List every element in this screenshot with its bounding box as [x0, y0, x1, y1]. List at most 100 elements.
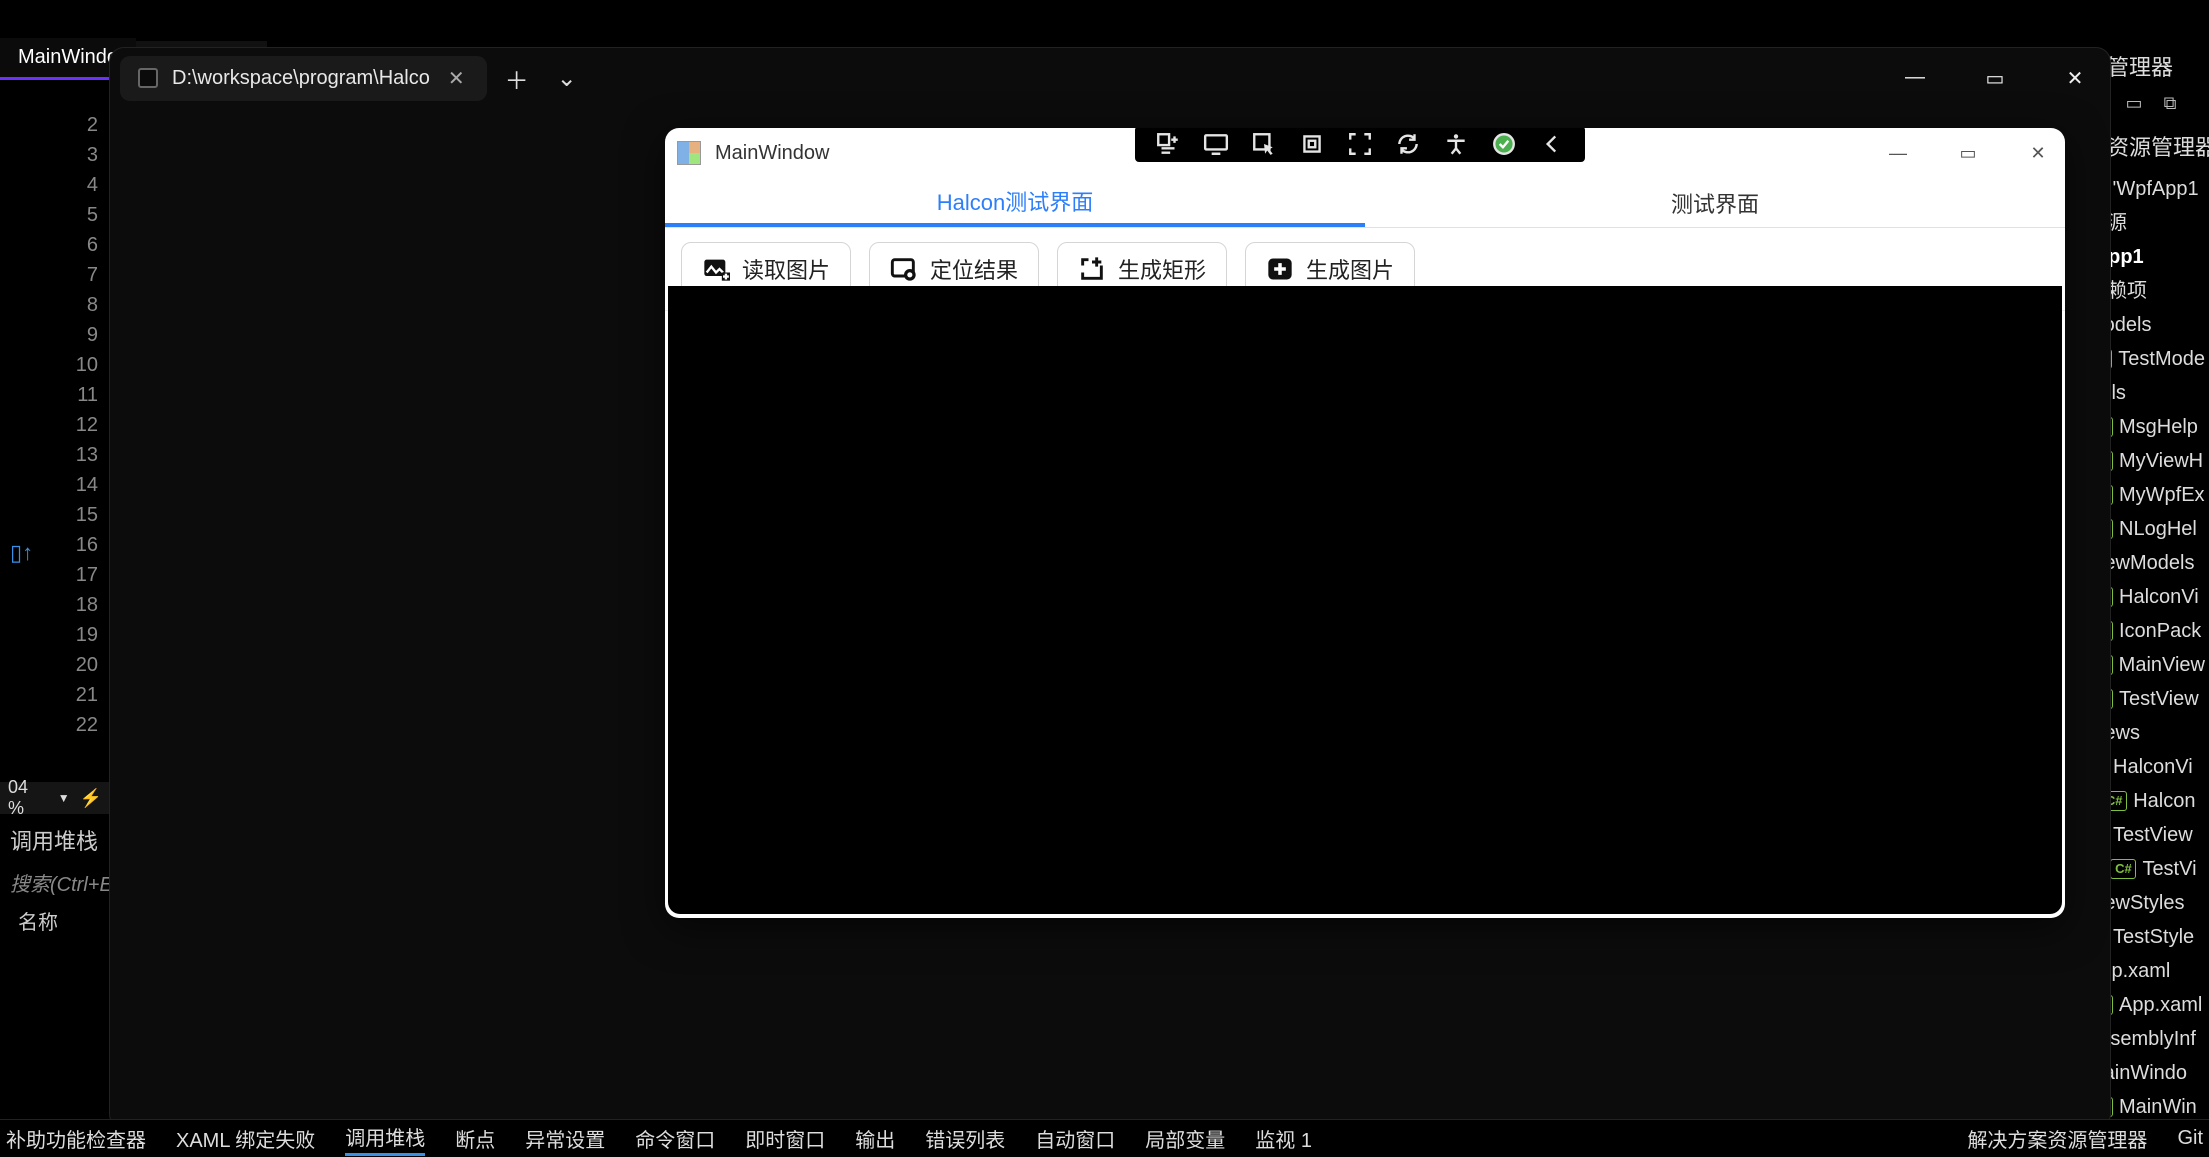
line-number: 10: [0, 350, 98, 380]
vs-doc-tab-label: MainWindo: [18, 46, 118, 69]
line-number: 2: [0, 110, 98, 140]
minimize-button[interactable]: —: [1883, 143, 1913, 164]
button-label: 生成图片: [1306, 253, 1394, 285]
editor-line-gutter: ▯↑ 2345678910111213141516171819202122: [0, 110, 110, 1157]
line-number: 7: [0, 260, 98, 290]
tab-menu-button[interactable]: ⌄: [547, 58, 587, 98]
line-number: 11: [0, 380, 98, 410]
app-main-window: MainWindow — ▭ ✕ Halcon测试界面 测试界面 读取图片: [665, 128, 2065, 918]
tree-item-label: HalconVi: [2113, 750, 2193, 784]
line-number: 20: [0, 650, 98, 680]
close-button[interactable]: ✕: [2023, 143, 2053, 164]
button-label: 定位结果: [930, 253, 1018, 285]
screen-icon[interactable]: [1199, 128, 1233, 161]
status-tab[interactable]: 即时窗口: [745, 1124, 825, 1153]
locate-icon: [890, 255, 918, 283]
status-tab[interactable]: 监视 1: [1255, 1124, 1312, 1153]
zoom-value: 04 %: [8, 777, 48, 819]
tree-item-label: TestView: [2119, 682, 2199, 716]
new-tab-button[interactable]: ＋: [497, 58, 537, 98]
status-ok-icon[interactable]: [1487, 128, 1521, 161]
status-tab[interactable]: 局部变量: [1145, 1124, 1225, 1153]
app-icon: [677, 141, 701, 165]
tree-item-label: IconPack: [2119, 614, 2201, 648]
image-gen-icon: [1266, 255, 1294, 283]
maximize-button[interactable]: ▭: [1970, 66, 2020, 91]
status-tab[interactable]: 异常设置: [525, 1124, 605, 1153]
status-tab[interactable]: 命令窗口: [635, 1124, 715, 1153]
csharp-file-icon: C#: [2110, 859, 2136, 879]
status-tab[interactable]: XAML 绑定失败: [176, 1124, 315, 1153]
tree-item-label: MainWin: [2119, 1090, 2197, 1117]
app-title: MainWindow: [715, 142, 829, 165]
console-icon: [138, 68, 158, 88]
tree-item-label: App.xaml: [2119, 988, 2202, 1022]
line-number: 13: [0, 440, 98, 470]
status-tab[interactable]: 补助功能检查器: [6, 1124, 146, 1153]
tree-item-label: NLogHel: [2119, 512, 2197, 546]
line-number: 19: [0, 620, 98, 650]
line-number: 8: [0, 290, 98, 320]
line-number: 3: [0, 140, 98, 170]
copy-icon[interactable]: ▭: [2121, 90, 2147, 116]
line-number: 21: [0, 680, 98, 710]
tree-item-label: HalconVi: [2119, 580, 2199, 614]
collapse-chevron-left-icon[interactable]: [1535, 128, 1569, 161]
rect-add-icon: [1078, 255, 1106, 283]
line-number: 14: [0, 470, 98, 500]
code-block-indicator-icon: ▯↑: [10, 540, 33, 566]
tree-item-label: MsgHelp: [2119, 410, 2198, 444]
button-label: 生成矩形: [1118, 253, 1206, 285]
status-tab[interactable]: 自动窗口: [1035, 1124, 1115, 1153]
vs-output-tab-bar: 补助功能检查器 XAML 绑定失败 调用堆栈 断点 异常设置 命令窗口 即时窗口 输出 错误列表…: [0, 1119, 2209, 1157]
select-element-icon[interactable]: [1247, 128, 1281, 161]
status-tab-right[interactable]: Git: [2177, 1127, 2203, 1150]
track-focus-icon[interactable]: [1343, 128, 1377, 161]
tree-item-label: TestMode: [2118, 342, 2205, 376]
line-number: 9: [0, 320, 98, 350]
terminal-titlebar: D:\workspace\program\Halco ✕ ＋ ⌄ — ▭ ✕: [110, 48, 2110, 108]
status-tab[interactable]: 断点: [455, 1124, 495, 1153]
zoom-level-picker[interactable]: 04 % ▼ ⚡: [0, 782, 110, 814]
bolt-icon: ⚡: [80, 788, 102, 809]
terminal-tab[interactable]: D:\workspace\program\Halco ✕: [120, 56, 487, 101]
status-tab[interactable]: 调用堆栈: [345, 1122, 425, 1156]
line-number: 22: [0, 710, 98, 740]
line-number: 6: [0, 230, 98, 260]
tree-item-label: MyViewH: [2119, 444, 2203, 478]
live-visual-tree-icon[interactable]: [1151, 128, 1185, 161]
line-number: 15: [0, 500, 98, 530]
tree-item-label: TestStyle: [2113, 920, 2194, 954]
status-tab[interactable]: 输出: [855, 1124, 895, 1153]
app-tab-bar: Halcon测试界面 测试界面: [665, 178, 2065, 228]
copies-icon[interactable]: ⧉: [2157, 90, 2183, 116]
status-tab-right[interactable]: 解决方案资源管理器: [1967, 1124, 2147, 1153]
hot-reload-icon[interactable]: [1391, 128, 1425, 161]
close-tab-icon[interactable]: ✕: [444, 66, 469, 91]
layout-adorner-icon[interactable]: [1295, 128, 1329, 161]
accessibility-icon[interactable]: [1439, 128, 1473, 161]
line-number: 4: [0, 170, 98, 200]
tree-item-label: MainView: [2119, 648, 2205, 682]
terminal-window-controls: — ▭ ✕: [1890, 66, 2100, 91]
maximize-button[interactable]: ▭: [1953, 143, 1983, 164]
terminal-tab-title: D:\workspace\program\Halco: [172, 67, 430, 90]
button-label: 读取图片: [742, 253, 830, 285]
xaml-diagnostic-toolbar: [1135, 128, 1585, 162]
app-window-controls: — ▭ ✕: [1883, 143, 2053, 164]
chevron-down-icon: ▼: [58, 791, 70, 805]
tab-halcon[interactable]: Halcon测试界面: [665, 178, 1365, 227]
line-number: 5: [0, 200, 98, 230]
image-display-canvas[interactable]: [668, 286, 2062, 914]
tab-label: 测试界面: [1671, 187, 1759, 219]
tree-item-label: TestVi: [2142, 852, 2196, 886]
tab-label: Halcon测试界面: [937, 185, 1093, 217]
minimize-button[interactable]: —: [1890, 66, 1940, 91]
close-button[interactable]: ✕: [2050, 66, 2100, 91]
status-tab[interactable]: 错误列表: [925, 1124, 1005, 1153]
tree-item-label: TestView: [2113, 818, 2193, 852]
line-number: 18: [0, 590, 98, 620]
tree-item-label: MyWpfEx: [2119, 478, 2205, 512]
tree-item-label: Halcon: [2133, 784, 2195, 818]
tab-test[interactable]: 测试界面: [1365, 178, 2065, 227]
